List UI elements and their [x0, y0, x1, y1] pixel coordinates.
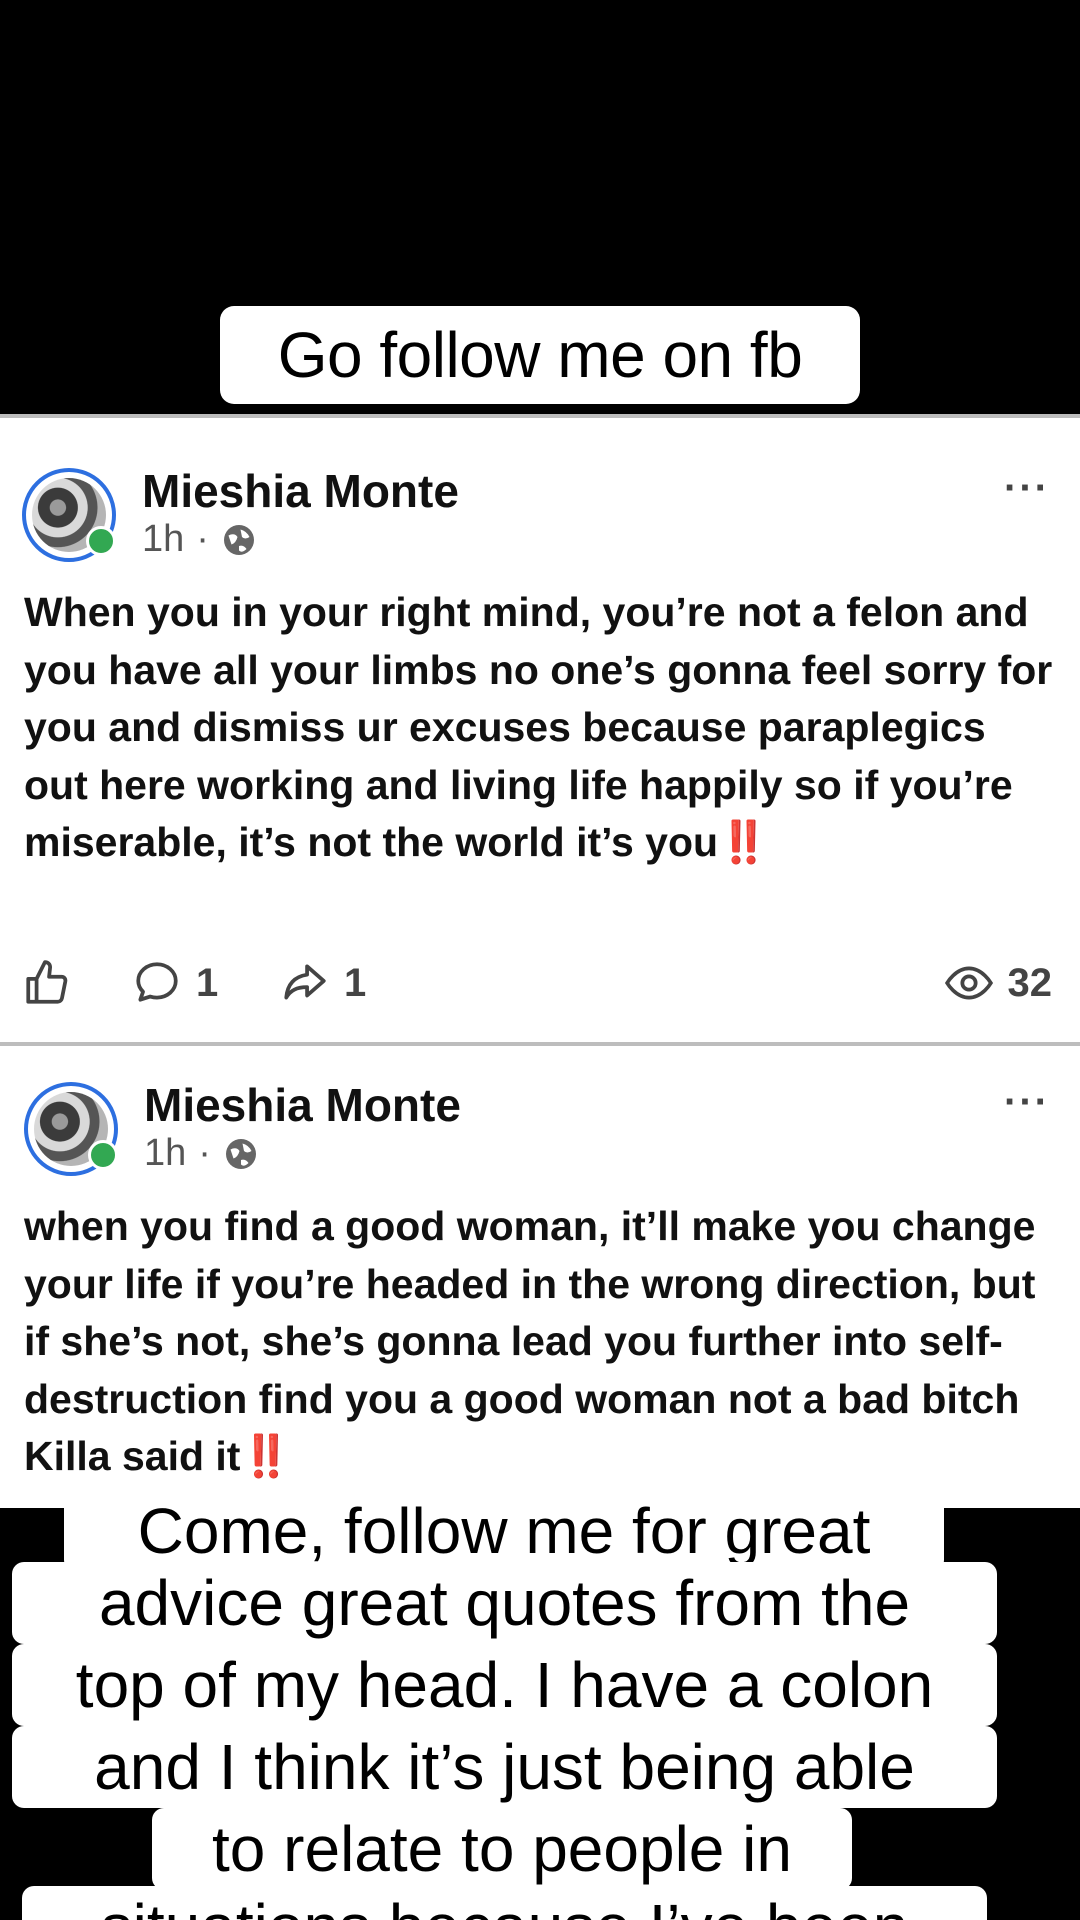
double-exclamation-emoji: ‼️	[718, 819, 770, 865]
more-dots-icon[interactable]: ···	[1004, 1080, 1050, 1125]
caption-line: Come, follow me for great	[64, 1490, 944, 1572]
top-caption: Go follow me on fb	[220, 306, 860, 404]
post-body: When you in your right mind, you’re not …	[24, 584, 1054, 872]
video-frame: Go follow me on fb Mieshia Monte 1h · ··…	[0, 0, 1080, 1920]
caption-line: and I think it’s just being able	[12, 1726, 997, 1808]
post-meta: 1h ·	[144, 1132, 259, 1175]
thumbs-up-icon	[26, 960, 68, 1004]
caption-line: advice great quotes from the	[12, 1562, 997, 1644]
post-text: When you in your right mind, you’re not …	[24, 589, 1053, 865]
post-actions: 1 1 32	[22, 958, 1052, 1018]
share-count: 1	[344, 960, 367, 1005]
meta-separator: ·	[196, 518, 209, 560]
avatar[interactable]	[22, 468, 116, 562]
facebook-feed: Mieshia Monte 1h · ··· When you in your …	[0, 414, 1080, 1508]
post-card: Mieshia Monte 1h · ··· When you in your …	[0, 418, 1080, 1038]
bottom-caption: Come, follow me for great advice great q…	[0, 1490, 1080, 1920]
post-text: when you find a good woman, it’ll make y…	[24, 1203, 1036, 1479]
globe-icon	[223, 524, 254, 555]
post-card: Mieshia Monte 1h · ··· when you find a g…	[0, 1042, 1080, 1516]
share-arrow-icon	[284, 964, 326, 1000]
online-status-dot	[86, 526, 116, 556]
post-body: when you find a good woman, it’ll make y…	[24, 1198, 1064, 1486]
avatar[interactable]	[24, 1082, 118, 1176]
caption-line: to relate to people in	[152, 1808, 852, 1890]
caption-line: situations because I’ve been	[22, 1886, 987, 1920]
online-status-dot	[88, 1140, 118, 1170]
double-exclamation-emoji: ‼️	[240, 1433, 292, 1479]
comment-button[interactable]: 1	[132, 958, 218, 1008]
comment-count: 1	[196, 960, 219, 1005]
meta-separator: ·	[198, 1132, 211, 1174]
views-number: 32	[1007, 960, 1053, 1005]
post-time[interactable]: 1h	[144, 1132, 186, 1175]
globe-icon	[225, 1138, 256, 1169]
view-count: 32	[944, 958, 1053, 1008]
caption-line: top of my head. I have a colon	[12, 1644, 997, 1726]
more-dots-icon[interactable]: ···	[1004, 466, 1050, 511]
share-button[interactable]: 1	[280, 958, 366, 1008]
comment-bubble-icon	[136, 962, 178, 1002]
eye-icon	[944, 966, 993, 1000]
post-time[interactable]: 1h	[142, 518, 184, 561]
post-author[interactable]: Mieshia Monte	[144, 1078, 461, 1132]
post-meta: 1h ·	[142, 518, 257, 561]
like-button[interactable]	[22, 958, 72, 1008]
post-author[interactable]: Mieshia Monte	[142, 464, 459, 518]
